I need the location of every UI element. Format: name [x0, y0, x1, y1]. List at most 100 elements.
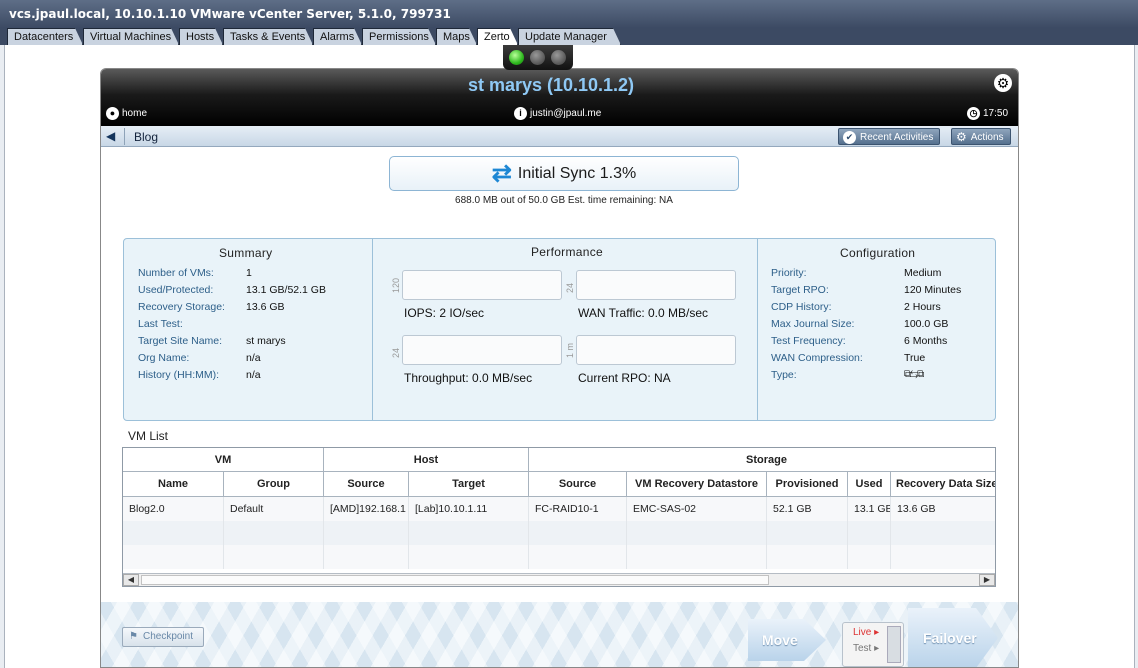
column-header-host-target[interactable]: Target: [409, 472, 529, 497]
check-icon: ✔: [843, 130, 856, 144]
column-header-group[interactable]: Group: [224, 472, 324, 497]
perf-axis-label: 24: [391, 347, 401, 358]
cell-recovery-datastore: EMC-SAS-02: [627, 497, 767, 521]
sync-detail: 688.0 MB out of 50.0 GB Est. time remain…: [455, 195, 673, 206]
gear-icon: ⚙: [956, 130, 967, 144]
wan-traffic-graph: [576, 270, 736, 300]
toggle-slider[interactable]: [887, 626, 901, 663]
table-row[interactable]: Blog2.0 Default [AMD]192.168.1 [Lab]10.1…: [123, 497, 995, 521]
tab-alarms[interactable]: Alarms: [313, 28, 362, 45]
clock-info: ◷ 17:50: [967, 107, 1008, 120]
cell-used: 13.1 GB: [848, 497, 891, 521]
home-link[interactable]: ● home: [106, 107, 147, 120]
sync-arrows-icon: ⇄: [491, 159, 512, 187]
breadcrumb-current: Blog: [134, 130, 159, 144]
globe-icon: ●: [106, 107, 119, 120]
tab-permissions[interactable]: Permissions: [362, 28, 436, 45]
vm-to-vm-icon: ⧉⇆⧉: [904, 369, 924, 380]
column-header-recovery-data-size[interactable]: Recovery Data Size: [891, 472, 995, 497]
time-label: 17:50: [983, 108, 1009, 119]
column-header-recovery-datastore[interactable]: VM Recovery Datastore: [627, 472, 767, 497]
status-lights: [503, 45, 573, 70]
cell-host-source: [AMD]192.168.1: [324, 497, 409, 521]
recent-activities-button[interactable]: ✔ Recent Activities: [838, 128, 941, 145]
configuration-title: Configuration: [840, 246, 916, 260]
off-status-light-icon: [551, 50, 566, 65]
vpg-panel: st marys (10.10.1.2) ⚙ ● home i justin@j…: [100, 68, 1019, 668]
cell-name: Blog2.0: [123, 497, 224, 521]
wan-traffic-label: WAN Traffic: 0.0 MB/sec: [578, 306, 709, 320]
tab-zerto[interactable]: Zerto: [477, 28, 518, 45]
column-header-name[interactable]: Name: [123, 472, 224, 497]
perf-axis-label: 120: [391, 277, 401, 293]
action-bar: ⚑ Checkpoint Move Live ▸ Test ▸ Failover: [101, 602, 1018, 668]
panel-header: st marys (10.10.1.2) ⚙ ● home i justin@j…: [101, 69, 1018, 126]
throughput-graph: [402, 335, 562, 365]
scrollbar-thumb[interactable]: [141, 575, 769, 585]
throughput-label: Throughput: 0.0 MB/sec: [404, 371, 533, 385]
site-name: st marys (10.10.1.2): [467, 75, 635, 95]
scroll-right-icon[interactable]: ▶: [979, 574, 995, 586]
home-label: home: [122, 108, 148, 119]
left-frame: [0, 45, 5, 668]
group-header-vm: VM: [123, 448, 324, 472]
tab-maps[interactable]: Maps: [436, 28, 477, 45]
tab-strip: Datacenters Virtual Machines Hosts Tasks…: [0, 28, 1138, 45]
clock-icon: ◷: [967, 107, 980, 120]
scroll-left-icon[interactable]: ◀: [123, 574, 139, 586]
move-button[interactable]: Move: [748, 619, 826, 661]
off-status-light-icon: [530, 50, 545, 65]
tab-tasks-events[interactable]: Tasks & Events: [223, 28, 313, 45]
sync-status-box: ⇄ Initial Sync 1.3%: [389, 156, 739, 191]
checkpoint-button[interactable]: ⚑ Checkpoint: [122, 627, 204, 647]
actions-button[interactable]: ⚙ Actions: [951, 128, 1011, 145]
perf-axis-label: 1 m: [565, 342, 575, 358]
checkpoint-label: Checkpoint: [142, 631, 193, 642]
column-header-used[interactable]: Used: [848, 472, 891, 497]
flag-icon: ⚑: [129, 631, 138, 642]
failover-label: Failover: [923, 630, 977, 646]
user-info: i justin@jpaul.me: [514, 107, 601, 120]
column-header-provisioned[interactable]: Provisioned: [767, 472, 848, 497]
info-icon: i: [514, 107, 527, 120]
tab-datacenters[interactable]: Datacenters: [7, 28, 83, 45]
vpg-info-box: Summary Number of VMs: 1 Used/Protected: 1…: [123, 238, 996, 421]
cell-recovery-data-size: 13.6 GB: [891, 497, 995, 521]
cell-storage-source: FC-RAID10-1: [529, 497, 627, 521]
performance-title: Performance: [531, 245, 603, 259]
tab-update-manager[interactable]: Update Manager: [518, 28, 621, 45]
gear-icon[interactable]: ⚙: [994, 74, 1012, 92]
tab-virtual-machines[interactable]: Virtual Machines: [83, 28, 179, 45]
actions-label: Actions: [970, 131, 1004, 143]
horizontal-scrollbar[interactable]: ◀ ▶: [123, 573, 995, 586]
failover-button[interactable]: Failover: [908, 608, 998, 668]
live-test-toggle[interactable]: Live ▸ Test ▸: [842, 622, 904, 667]
recent-activities-label: Recent Activities: [860, 131, 934, 143]
user-label: justin@jpaul.me: [530, 108, 602, 119]
move-label: Move: [762, 632, 798, 648]
vm-list-title: VM List: [128, 429, 169, 443]
green-status-light-icon: [509, 50, 524, 65]
breadcrumb: ◀ Blog ✔ Recent Activities ⚙ Actions: [101, 126, 1018, 147]
sync-status: Initial Sync 1.3%: [517, 164, 637, 182]
empty-row: [123, 545, 995, 569]
window-title: vcs.jpaul.local, 10.10.1.10 VMware vCent…: [0, 0, 1138, 28]
tab-hosts[interactable]: Hosts: [179, 28, 223, 45]
vm-list-table: VM Host Storage Name Group Source Target…: [122, 447, 996, 587]
cell-group: Default: [224, 497, 324, 521]
perf-axis-label: 24: [565, 282, 575, 293]
group-header-storage: Storage: [529, 448, 995, 472]
live-option[interactable]: Live ▸: [853, 627, 879, 638]
rpo-graph: [576, 335, 736, 365]
iops-graph: [402, 270, 562, 300]
rpo-label: Current RPO: NA: [578, 371, 671, 385]
column-header-host-source[interactable]: Source: [324, 472, 409, 497]
empty-row: [123, 521, 995, 545]
summary-title: Summary: [219, 246, 273, 260]
test-option[interactable]: Test ▸: [853, 643, 879, 654]
back-arrow-icon[interactable]: ◀: [106, 129, 115, 143]
cell-provisioned: 52.1 GB: [767, 497, 848, 521]
column-header-storage-source[interactable]: Source: [529, 472, 627, 497]
iops-label: IOPS: 2 IO/sec: [404, 306, 485, 320]
right-frame: [1134, 45, 1138, 668]
